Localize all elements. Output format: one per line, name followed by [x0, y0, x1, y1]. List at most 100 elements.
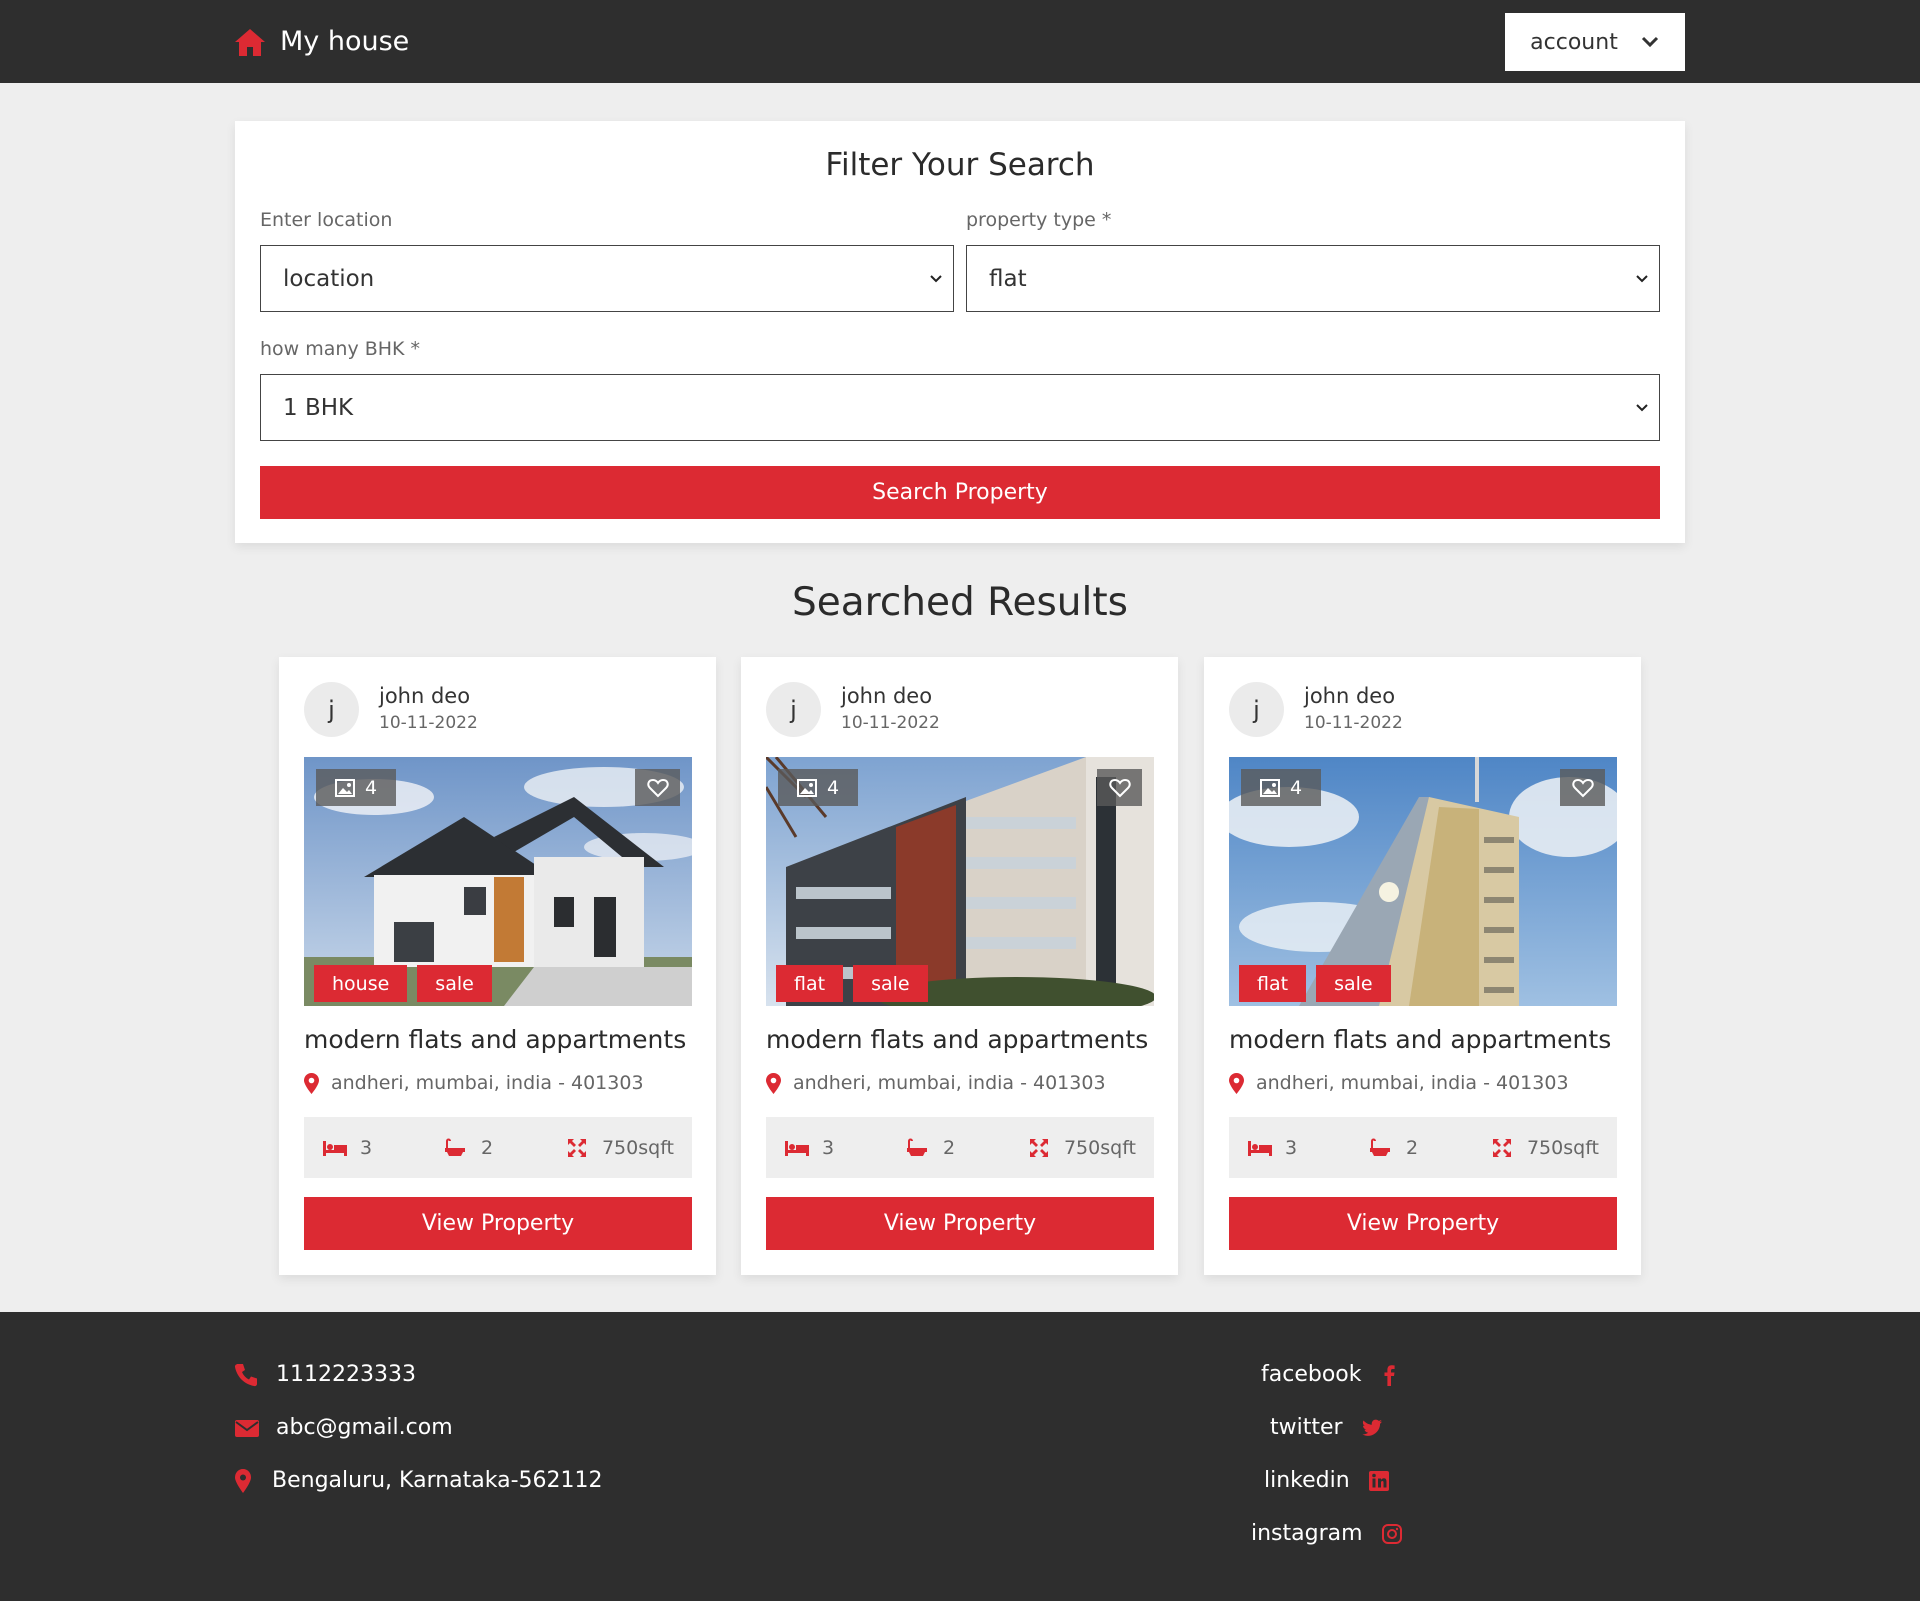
- area-value: 750sqft: [1063, 1136, 1136, 1159]
- linkedin-link[interactable]: linkedin: [1264, 1468, 1390, 1493]
- property-card: j john deo 10-11-2022 4 flat sale modern…: [741, 657, 1178, 1275]
- expand-icon: [1492, 1138, 1511, 1157]
- footer-phone[interactable]: 1112223333: [234, 1362, 416, 1387]
- bedroom-count: 3: [1285, 1136, 1298, 1159]
- chevron-down-icon: [1636, 404, 1648, 412]
- phone-icon: [234, 1363, 257, 1386]
- area: 750sqft: [1489, 1137, 1599, 1159]
- image-count-badge[interactable]: 4: [778, 769, 858, 806]
- view-property-button[interactable]: View Property: [304, 1197, 692, 1250]
- tag-status[interactable]: sale: [417, 965, 492, 1002]
- map-pin-icon: [304, 1072, 319, 1094]
- brand-logo[interactable]: My house: [234, 0, 409, 83]
- search-property-button[interactable]: Search Property: [260, 466, 1660, 519]
- area-value: 750sqft: [1526, 1136, 1599, 1159]
- property-facts: 3 2 750sqft: [766, 1117, 1154, 1178]
- property-title[interactable]: modern flats and appartments: [766, 1025, 1148, 1054]
- facebook-link[interactable]: facebook: [1261, 1362, 1401, 1387]
- author-name: john deo: [841, 684, 933, 708]
- location-select-value: location: [283, 265, 375, 292]
- tag-status[interactable]: sale: [853, 965, 928, 1002]
- view-property-button[interactable]: View Property: [1229, 1197, 1617, 1250]
- location-select[interactable]: location: [260, 245, 954, 312]
- property-title[interactable]: modern flats and appartments: [1229, 1025, 1611, 1054]
- bhk-select[interactable]: 1 BHK: [260, 374, 1660, 441]
- twitter-link[interactable]: twitter: [1270, 1415, 1383, 1440]
- linkedin-label: linkedin: [1264, 1468, 1350, 1493]
- bedroom-count: 3: [822, 1136, 835, 1159]
- address-text: andheri, mumbai, india - 401303: [331, 1072, 644, 1094]
- favorite-button[interactable]: [1097, 769, 1142, 806]
- linkedin-icon: [1368, 1470, 1389, 1491]
- address-text: andheri, mumbai, india - 401303: [793, 1072, 1106, 1094]
- envelope-icon: [235, 1419, 259, 1437]
- tag-list: house sale: [314, 965, 492, 1002]
- map-pin-icon: [235, 1468, 251, 1493]
- property-photo[interactable]: 4 flat sale: [766, 757, 1154, 1006]
- twitter-icon: [1361, 1419, 1382, 1436]
- author-name: john deo: [1304, 684, 1396, 708]
- email-address: abc@gmail.com: [276, 1415, 453, 1440]
- tag-list: flat sale: [1239, 965, 1391, 1002]
- property-photo[interactable]: 4 flat sale: [1229, 757, 1617, 1006]
- image-count-badge[interactable]: 4: [316, 769, 396, 806]
- image-count: 4: [1289, 776, 1303, 799]
- chevron-down-icon: [930, 275, 942, 283]
- brand-name: My house: [280, 26, 410, 57]
- filter-panel: Filter Your Search Enter location locati…: [235, 121, 1685, 543]
- property-type-select[interactable]: flat: [966, 245, 1660, 312]
- image-count: 4: [364, 776, 378, 799]
- favorite-button[interactable]: [635, 769, 680, 806]
- tag-type[interactable]: flat: [776, 965, 844, 1002]
- twitter-label: twitter: [1270, 1415, 1343, 1440]
- area: 750sqft: [1026, 1137, 1136, 1159]
- instagram-icon: [1381, 1523, 1402, 1544]
- bath-icon: [906, 1138, 927, 1156]
- property-type-label: property type *: [966, 209, 1112, 231]
- property-facts: 3 2 750sqft: [1229, 1117, 1617, 1178]
- avatar: j: [766, 682, 821, 737]
- favorite-button[interactable]: [1560, 769, 1605, 806]
- expand-icon: [1029, 1138, 1048, 1157]
- post-date: 10-11-2022: [1304, 713, 1403, 733]
- tag-status[interactable]: sale: [1316, 965, 1391, 1002]
- instagram-link[interactable]: instagram: [1251, 1521, 1403, 1546]
- tag-type[interactable]: flat: [1239, 965, 1307, 1002]
- instagram-label: instagram: [1251, 1521, 1363, 1546]
- bathroom-count: 2: [480, 1136, 494, 1159]
- results-title: Searched Results: [792, 580, 1128, 625]
- expand-icon: [567, 1138, 586, 1157]
- author-name: john deo: [379, 684, 471, 708]
- tag-type[interactable]: house: [314, 965, 408, 1002]
- bhk-value: 1 BHK: [283, 394, 354, 421]
- property-photo[interactable]: 4 house sale: [304, 757, 692, 1006]
- bathroom-count: 2: [942, 1136, 956, 1159]
- area-value: 750sqft: [601, 1136, 674, 1159]
- chevron-down-icon: [1641, 36, 1658, 48]
- footer-address: Bengaluru, Karnataka-562112: [234, 1468, 603, 1493]
- image-icon: [796, 778, 817, 797]
- footer-email[interactable]: abc@gmail.com: [234, 1415, 453, 1440]
- bedrooms: 3: [1247, 1137, 1297, 1159]
- property-card: j john deo 10-11-2022 4 flat sale modern…: [1204, 657, 1641, 1275]
- area: 750sqft: [564, 1137, 674, 1159]
- account-label: account: [1530, 29, 1618, 55]
- bedrooms: 3: [784, 1137, 834, 1159]
- property-address: andheri, mumbai, india - 401303: [766, 1072, 1106, 1094]
- bathrooms: 2: [1368, 1137, 1418, 1159]
- phone-number: 1112223333: [276, 1362, 416, 1387]
- heart-icon: [1571, 778, 1594, 797]
- account-dropdown-button[interactable]: account: [1505, 13, 1685, 71]
- bedroom-count: 3: [360, 1136, 373, 1159]
- property-title[interactable]: modern flats and appartments: [304, 1025, 686, 1054]
- heart-icon: [1108, 778, 1131, 797]
- image-count: 4: [826, 776, 840, 799]
- bathroom-count: 2: [1405, 1136, 1419, 1159]
- chevron-down-icon: [1636, 275, 1648, 283]
- location-label: Enter location: [260, 209, 393, 231]
- footer: 1112223333 abc@gmail.com Bengaluru, Karn…: [0, 1312, 1920, 1601]
- image-count-badge[interactable]: 4: [1241, 769, 1321, 806]
- view-property-button[interactable]: View Property: [766, 1197, 1154, 1250]
- bhk-label: how many BHK *: [260, 338, 421, 360]
- bath-icon: [444, 1138, 465, 1156]
